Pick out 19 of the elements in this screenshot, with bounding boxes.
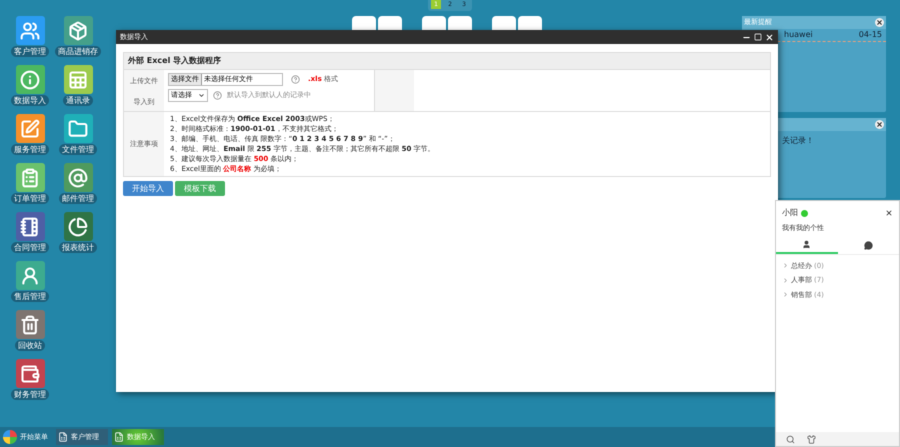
app-label[interactable]: 财务管理 bbox=[11, 389, 49, 400]
app-label[interactable]: 订单管理 bbox=[11, 193, 49, 204]
empty-message: 关记录！ bbox=[782, 136, 814, 145]
app-label[interactable]: 客户管理 bbox=[11, 46, 49, 57]
user-name: 小阳 bbox=[782, 207, 798, 219]
app-label[interactable]: 邮件管理 bbox=[59, 193, 97, 204]
app-label[interactable]: 商品进销存 bbox=[55, 46, 101, 57]
app-label[interactable]: 回收站 bbox=[15, 340, 45, 351]
reminder-date: 04-15 bbox=[858, 29, 882, 41]
app-label[interactable]: 文件管理 bbox=[59, 144, 97, 155]
form-heading: 外部 Excel 导入数据程序 bbox=[128, 55, 222, 67]
reminder-name[interactable]: huawei bbox=[784, 29, 813, 41]
app-label[interactable]: 售后管理 bbox=[11, 291, 49, 302]
app-label[interactable]: 合同管理 bbox=[11, 242, 49, 253]
start-import-button[interactable]: 开始导入 bbox=[123, 181, 173, 196]
app-label[interactable]: 通讯录 bbox=[63, 95, 93, 106]
app-label[interactable]: 服务管理 bbox=[11, 144, 49, 155]
app-label[interactable]: 数据导入 bbox=[11, 95, 49, 106]
app-label[interactable]: 报表统计 bbox=[59, 242, 97, 253]
